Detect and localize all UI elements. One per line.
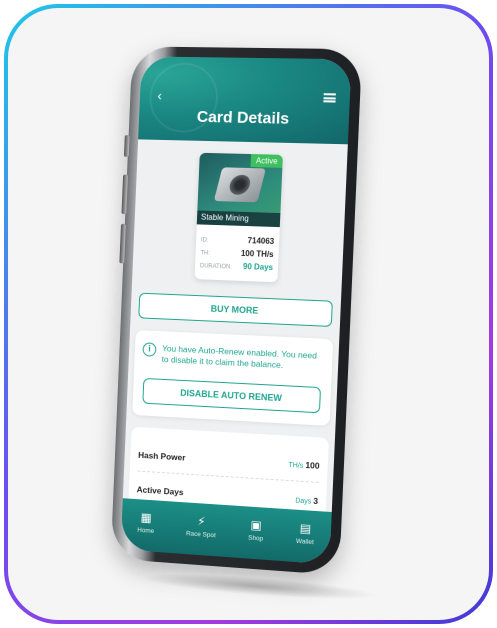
card-name: Stable Mining [196,210,281,228]
notice-text: You have Auto-Renew enabled. You need to… [161,343,318,371]
phone-body: ‹ Card Details Active Stable Mining ID: [110,46,363,576]
mining-chip-icon [213,167,266,203]
stat-value-group: Days 3 [295,490,319,510]
card-row-key: TH: [200,250,211,257]
stat-unit: Days [295,497,312,506]
stat-label: Hash Power [137,449,186,463]
phone-side-button [123,135,130,157]
tab-label: Shop [247,534,264,543]
grid-icon: ▦ [140,509,153,525]
tab-label: Home [137,526,155,535]
phone-shadow [138,568,378,605]
app-header: ‹ Card Details [138,56,352,145]
shop-icon: ▣ [250,517,263,532]
tab-race-spot[interactable]: ⚡ Race Spot [186,514,217,539]
auto-renew-notice: i You have Auto-Renew enabled. You need … [132,330,334,426]
info-icon: i [142,342,157,357]
notice-row: i You have Auto-Renew enabled. You need … [142,342,325,373]
card-row-id: ID: 714063 [201,234,275,246]
phone-volume-up-button [121,174,128,215]
back-arrow-icon[interactable]: ‹ [157,87,162,103]
hamburger-menu-icon[interactable] [323,93,336,103]
promo-frame: ‹ Card Details Active Stable Mining ID: [8,8,489,620]
stat-value: 100 [305,459,320,471]
tab-wallet[interactable]: ▤ Wallet [295,520,315,546]
wallet-icon: ▤ [299,520,312,536]
disable-auto-renew-button[interactable]: DISABLE AUTO RENEW [142,377,322,414]
stat-label: Active Days [136,484,184,498]
stat-value: 3 [313,495,319,507]
mining-card[interactable]: Active Stable Mining ID: 714063 TH: 100 … [194,152,283,283]
tab-label: Wallet [295,537,314,546]
card-row-duration: DURATION: 90 Days [200,260,273,272]
card-row-value: 100 TH/s [240,248,274,260]
stat-value-group: TH/s 100 [288,454,320,474]
status-badge: Active [250,154,283,168]
card-row-key: DURATION: [199,263,233,271]
card-row-value: 90 Days [242,261,274,273]
card-row-th: TH: 100 TH/s [200,247,273,259]
phone-volume-down-button [119,223,126,264]
tab-label: Race Spot [185,529,216,539]
lightning-icon: ⚡ [196,513,206,529]
promo-frame-border: ‹ Card Details Active Stable Mining ID: [4,4,493,624]
card-row-value: 714063 [247,236,275,247]
mining-card-image: Active Stable Mining [196,152,283,228]
buy-more-button[interactable]: BUY MORE [138,292,333,327]
app-screen: ‹ Card Details Active Stable Mining ID: [120,56,352,565]
tab-home[interactable]: ▦ Home [137,509,155,535]
stat-unit: TH/s [288,461,304,470]
tab-shop[interactable]: ▣ Shop [247,517,264,543]
card-details: ID: 714063 TH: 100 TH/s DURATION: 90 Day… [194,224,279,282]
card-row-key: ID: [200,237,209,244]
phone-mockup: ‹ Card Details Active Stable Mining ID: [110,46,381,605]
